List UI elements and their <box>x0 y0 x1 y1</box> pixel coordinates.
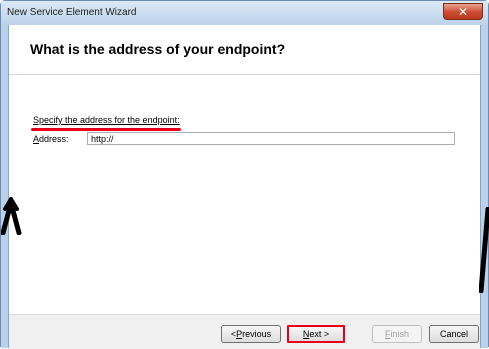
annotation-arrow-left <box>1 197 22 235</box>
wizard-page: What is the address of your endpoint? Sp… <box>8 25 481 349</box>
close-button[interactable]: ✕ <box>443 3 483 20</box>
header-band: What is the address of your endpoint? <box>9 25 480 75</box>
finish-button-label: inish <box>390 329 409 339</box>
next-button[interactable]: Next > <box>287 325 345 343</box>
previous-button-label: revious <box>242 329 272 339</box>
finish-button[interactable]: Finish <box>372 325 422 343</box>
button-bar: < Previous Next > Finish Cancel <box>9 314 480 349</box>
page-heading: What is the address of your endpoint? <box>30 41 286 57</box>
content-area: Specify the address for the endpoint: Ad… <box>9 75 480 340</box>
address-input[interactable] <box>87 132 455 145</box>
close-icon: ✕ <box>457 4 469 19</box>
address-label-rest: ddress: <box>39 134 69 144</box>
window-frame-right <box>480 25 488 348</box>
window-title: New Service Element Wizard <box>7 7 137 18</box>
instruction-text: Specify the address for the endpoint: <box>33 115 180 125</box>
address-label: Address: <box>33 134 69 144</box>
cancel-button[interactable]: Cancel <box>429 325 479 343</box>
next-button-label: ext > <box>309 329 330 339</box>
previous-button[interactable]: < Previous <box>221 325 281 343</box>
window-frame-left <box>1 25 8 348</box>
title-bar[interactable]: New Service Element Wizard ✕ <box>1 1 488 25</box>
annotation-underline <box>31 128 181 131</box>
annotation-arrow-right <box>479 207 489 293</box>
wizard-window: New Service Element Wizard ✕ What is the… <box>0 0 489 349</box>
